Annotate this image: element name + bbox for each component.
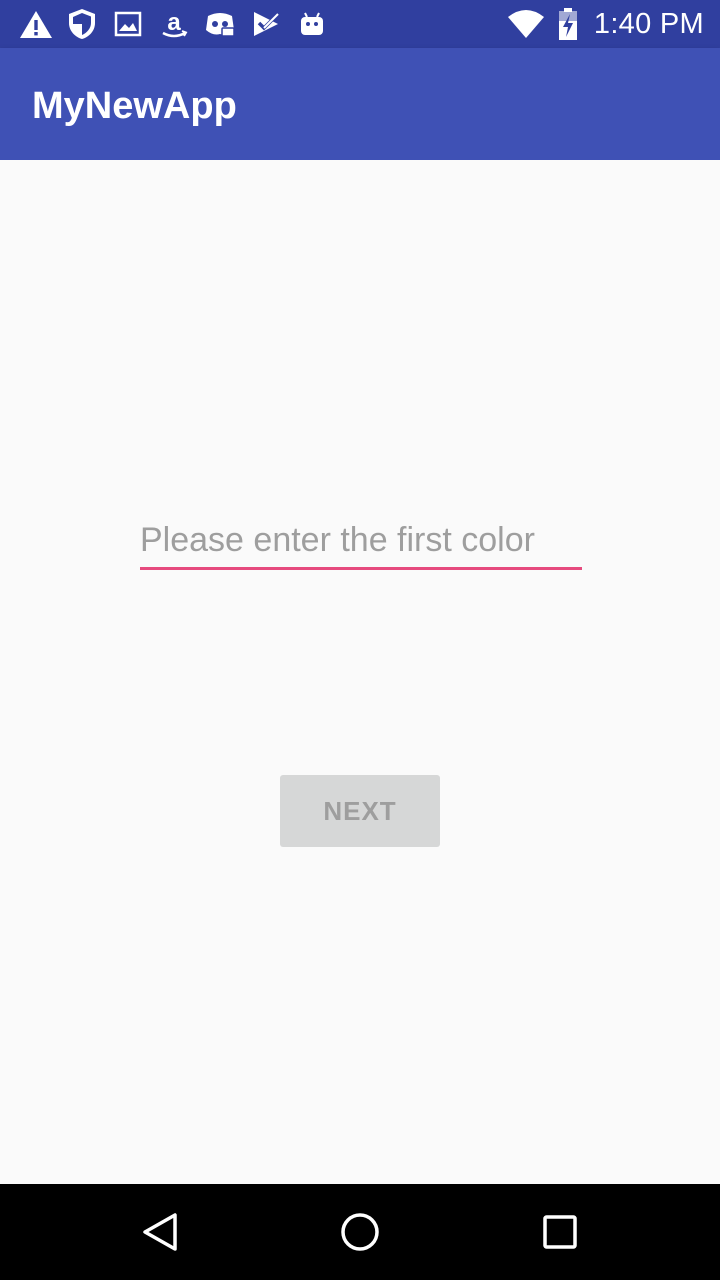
home-button[interactable] xyxy=(336,1208,384,1256)
status-bar: a 1:40 PM xyxy=(0,0,720,48)
android-icon xyxy=(294,6,330,42)
wifi-icon xyxy=(506,6,546,42)
battery-charging-icon xyxy=(556,6,580,42)
svg-text:a: a xyxy=(167,9,181,36)
app-title: MyNewApp xyxy=(32,85,237,127)
back-button[interactable] xyxy=(136,1208,184,1256)
image-icon xyxy=(110,6,146,42)
amazon-icon: a xyxy=(156,6,192,42)
recents-icon xyxy=(543,1215,577,1249)
warning-icon xyxy=(18,6,54,42)
check-app-icon xyxy=(248,6,284,42)
status-time: 1:40 PM xyxy=(593,7,704,40)
recents-button[interactable] xyxy=(536,1208,584,1256)
notification-icons: a xyxy=(18,6,340,42)
discord-icon xyxy=(202,6,238,42)
shield-icon xyxy=(64,6,100,42)
first-color-input[interactable] xyxy=(140,514,582,570)
next-button[interactable]: NEXT xyxy=(280,775,440,847)
back-icon xyxy=(143,1213,177,1251)
system-icons: 1:40 PM xyxy=(506,6,704,42)
main-content: NEXT xyxy=(0,160,720,1184)
app-bar: MyNewApp xyxy=(0,48,720,160)
navigation-bar xyxy=(0,1184,720,1280)
home-icon xyxy=(341,1213,379,1251)
